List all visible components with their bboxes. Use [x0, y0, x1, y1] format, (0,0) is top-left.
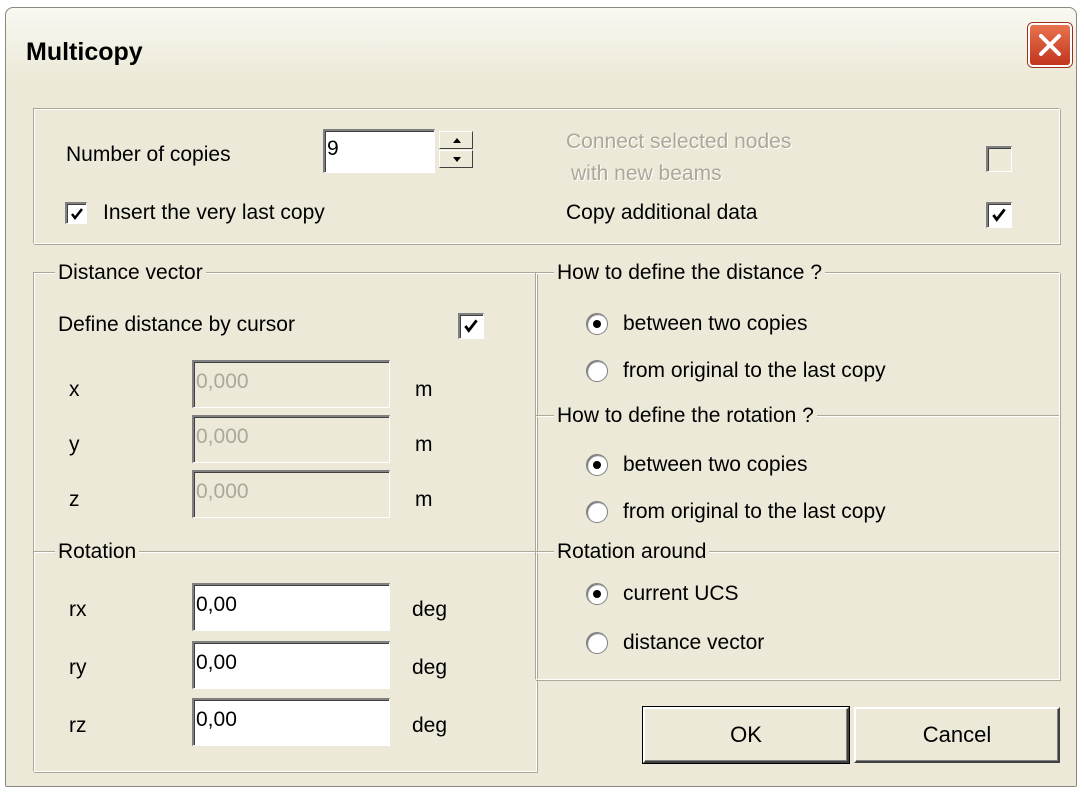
- rotation-around-vector-radio[interactable]: [586, 632, 608, 654]
- ok-button-label: OK: [730, 722, 762, 747]
- field-z-unit: m: [415, 488, 433, 511]
- field-y-unit: m: [415, 433, 433, 456]
- copy-additional-data-checkbox[interactable]: [986, 202, 1012, 228]
- distance-x-input[interactable]: 0,000: [192, 360, 390, 408]
- define-by-cursor-checkbox[interactable]: [458, 313, 484, 339]
- multicopy-dialog: Multicopy Number of copies 9 Insert the …: [5, 7, 1077, 787]
- rotation-around-ucs-radio[interactable]: [586, 583, 608, 605]
- rotation-between-copies-radio[interactable]: [586, 454, 608, 476]
- spin-down-button[interactable]: [439, 150, 473, 168]
- window-title: Multicopy: [26, 38, 143, 66]
- field-ry-unit: deg: [412, 656, 448, 679]
- number-of-copies-input[interactable]: 9: [323, 129, 435, 173]
- checkmark-icon: [464, 319, 478, 333]
- connect-nodes-label-line1: Connect selected nodes: [566, 130, 792, 153]
- field-x-unit: m: [415, 378, 433, 401]
- field-x-label: x: [69, 378, 80, 401]
- field-ry-label: ry: [69, 656, 87, 679]
- rotation-rx-input[interactable]: 0,00: [192, 583, 390, 631]
- rotation-original-to-last-label: from original to the last copy: [623, 500, 886, 523]
- rotation-between-copies-label: between two copies: [623, 453, 808, 476]
- field-y-label: y: [69, 433, 80, 456]
- connect-nodes-label-line2: with new beams: [571, 162, 722, 185]
- connect-nodes-checkbox[interactable]: [986, 146, 1012, 172]
- rotation-around-ucs-label: current UCS: [623, 582, 739, 605]
- rotation-original-to-last-radio[interactable]: [586, 501, 608, 523]
- ok-button[interactable]: OK: [642, 706, 850, 764]
- checkmark-icon: [992, 208, 1006, 222]
- define-by-cursor-label: Define distance by cursor: [58, 313, 295, 336]
- distance-between-copies-radio[interactable]: [586, 313, 608, 335]
- cancel-button[interactable]: Cancel: [854, 707, 1060, 763]
- title-bar[interactable]: Multicopy: [6, 8, 1076, 86]
- distance-mode-legend: How to define the distance ?: [554, 261, 826, 285]
- distance-y-input[interactable]: 0,000: [192, 415, 390, 463]
- insert-last-copy-checkbox[interactable]: [65, 202, 87, 224]
- rotation-rz-input[interactable]: 0,00: [192, 698, 390, 746]
- distance-vector-legend: Distance vector: [55, 261, 206, 285]
- spin-up-button[interactable]: [439, 131, 473, 149]
- rotation-around-legend: Rotation around: [554, 540, 710, 564]
- rotation-mode-legend: How to define the rotation ?: [554, 404, 817, 428]
- distance-rotation-group: [33, 272, 537, 772]
- field-z-label: z: [69, 488, 80, 511]
- field-rz-unit: deg: [412, 714, 448, 737]
- distance-z-input[interactable]: 0,000: [192, 470, 390, 518]
- arrow-down-icon: [453, 157, 461, 162]
- number-of-copies-label: Number of copies: [66, 143, 231, 166]
- field-rz-label: rz: [69, 714, 87, 737]
- arrow-up-icon: [453, 138, 461, 143]
- cancel-button-label: Cancel: [922, 722, 992, 747]
- insert-last-copy-label: Insert the very last copy: [103, 201, 325, 224]
- field-rx-unit: deg: [412, 598, 448, 621]
- number-of-copies-spinner[interactable]: [439, 131, 473, 169]
- distance-original-to-last-radio[interactable]: [586, 360, 608, 382]
- rotation-around-vector-label: distance vector: [623, 631, 765, 654]
- rotation-legend: Rotation: [55, 540, 140, 564]
- rotation-ry-input[interactable]: 0,00: [192, 641, 390, 689]
- copy-additional-data-label: Copy additional data: [566, 201, 758, 224]
- distance-between-copies-label: between two copies: [623, 312, 808, 335]
- close-button[interactable]: [1028, 23, 1072, 67]
- close-icon: [1039, 34, 1061, 56]
- field-rx-label: rx: [69, 598, 87, 621]
- distance-original-to-last-label: from original to the last copy: [623, 359, 886, 382]
- checkmark-icon: [71, 208, 83, 221]
